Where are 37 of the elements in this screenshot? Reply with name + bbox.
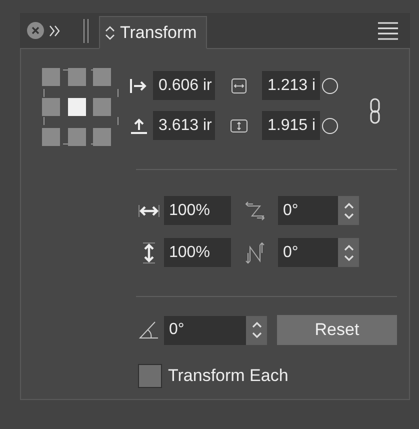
spinner-icon[interactable] — [342, 200, 354, 220]
radio-button[interactable] — [322, 78, 338, 94]
scale-field[interactable]: 100% — [164, 196, 231, 225]
spinner[interactable] — [338, 196, 359, 225]
position-field[interactable]: 3.613 ir — [153, 111, 216, 140]
spinner-icon[interactable] — [250, 320, 262, 340]
horizontal-scale-icon — [138, 204, 160, 218]
width-icon — [230, 78, 247, 94]
menu-icon[interactable] — [378, 22, 398, 40]
updown-icon — [105, 26, 115, 40]
arrow-from-bar-icon — [130, 78, 148, 94]
rotate-field[interactable]: 0° — [164, 316, 246, 344]
close-icon[interactable] — [27, 22, 44, 39]
grip-icon[interactable] — [83, 19, 89, 43]
arrow-up-bar-icon — [130, 118, 148, 134]
spinner-icon[interactable] — [342, 242, 354, 262]
size-field[interactable]: 1.213 i — [262, 71, 320, 100]
radio-button[interactable] — [322, 118, 338, 134]
shear-field[interactable]: 0° — [278, 196, 338, 225]
shear-horizontal-icon — [244, 200, 266, 220]
reference-point[interactable] — [68, 98, 86, 116]
scale-field[interactable]: 100% — [164, 238, 231, 267]
shear-vertical-icon — [244, 240, 264, 264]
link-icon[interactable] — [368, 96, 381, 126]
collapse-icon[interactable] — [49, 24, 61, 38]
shear-field[interactable]: 0° — [278, 238, 338, 267]
checkbox-label: Transform Each — [168, 366, 288, 386]
tab[interactable]: Transform — [99, 16, 207, 49]
reset-button[interactable]: Reset — [277, 315, 397, 345]
spinner[interactable] — [246, 316, 267, 344]
angle-icon — [139, 321, 159, 339]
checkbox[interactable] — [138, 364, 162, 388]
vertical-scale-icon — [142, 242, 156, 264]
size-field[interactable]: 1.915 i — [262, 111, 320, 140]
spinner[interactable] — [338, 238, 359, 267]
position-field[interactable]: 0.606 ir — [153, 71, 216, 100]
height-icon — [230, 118, 248, 132]
